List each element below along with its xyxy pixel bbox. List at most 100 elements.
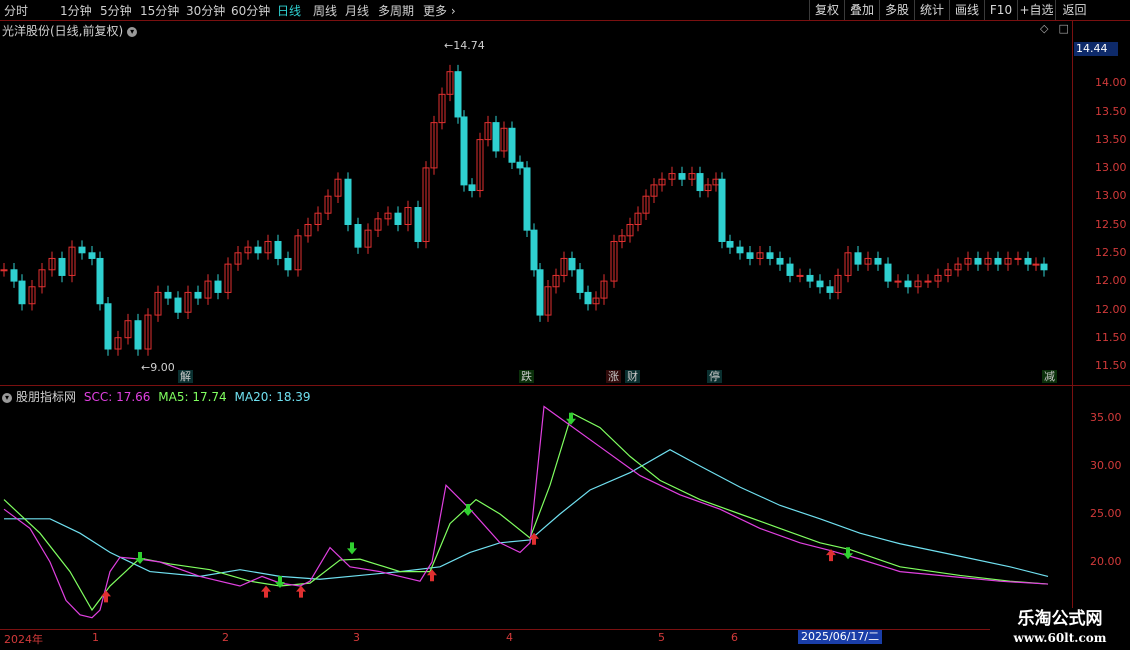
indicator-tick: 20.00 [1090, 555, 1122, 568]
high-price-value: 14.74 [453, 39, 485, 52]
watermark-url: www.60lt.com [1013, 631, 1107, 645]
sell-arrow-icon [463, 504, 473, 516]
candle-body [718, 178, 726, 242]
candle-body [284, 257, 292, 271]
candle-body [88, 252, 96, 259]
price-tick: 13.00 [1095, 161, 1127, 174]
candle-body [1040, 263, 1048, 271]
month-label: 6 [731, 631, 738, 644]
price-tick: 11.50 [1095, 331, 1127, 344]
candle-body [254, 246, 262, 254]
month-label: 2 [222, 631, 229, 644]
candle-body [576, 269, 584, 293]
candle-body [1024, 257, 1032, 265]
sell-arrow-icon [843, 547, 853, 560]
candle-body [854, 252, 862, 265]
indicator-tick: 35.00 [1090, 411, 1122, 424]
candle-body [994, 257, 1002, 265]
price-tick: 13.00 [1095, 189, 1127, 202]
candle-body [10, 269, 18, 282]
candle-body [584, 291, 592, 305]
buy-arrow-icon [261, 585, 271, 598]
month-label: 5 [658, 631, 665, 644]
candle-body [826, 286, 834, 293]
candle-body [454, 71, 462, 118]
candle-body [96, 257, 104, 305]
candle-body [786, 263, 794, 276]
chevron-down-icon[interactable]: ▾ [2, 392, 12, 403]
candle-body [874, 257, 882, 265]
ma20-line [4, 448, 1049, 580]
candle-body [214, 280, 222, 293]
candle-body [696, 173, 704, 192]
candle-body [536, 269, 544, 316]
candle-body [58, 257, 66, 276]
candle-body [354, 224, 362, 248]
year-label: 2024年 [4, 633, 43, 646]
candle-body [884, 263, 892, 282]
candle-body [516, 161, 524, 169]
candle-body [726, 240, 734, 248]
candle-body [530, 229, 538, 271]
watermark: 乐淘公式网 www.60lt.com [990, 608, 1130, 650]
buy-arrow-icon [826, 549, 836, 562]
event-marker-finance[interactable]: 财 [625, 370, 640, 383]
candle-body [104, 303, 112, 350]
candle-body [523, 167, 531, 231]
month-label: 4 [506, 631, 513, 644]
candle-body [0, 269, 8, 272]
price-and-indicator-chart[interactable] [0, 0, 1130, 650]
ma20-value: MA20: 18.39 [234, 390, 311, 404]
candle-body [746, 252, 754, 259]
candle-body [274, 240, 282, 259]
price-tick: 12.50 [1095, 218, 1127, 231]
candle-body [776, 257, 784, 265]
candle-body [924, 280, 932, 283]
event-marker-halt[interactable]: 停 [707, 370, 722, 383]
candle-body [796, 274, 804, 277]
indicator-tick: 25.00 [1090, 507, 1122, 520]
candle-body [678, 173, 686, 180]
candle-body [806, 274, 814, 282]
candle-body [568, 257, 576, 271]
event-marker-fall[interactable]: 跌 [519, 370, 534, 383]
high-price-label: ←14.74 [444, 39, 485, 52]
watermark-title: 乐淘公式网 [1017, 609, 1103, 629]
month-label: 1 [92, 631, 99, 644]
candle-body [134, 320, 142, 350]
indicator-tick: 30.00 [1090, 459, 1122, 472]
price-tick: 12.00 [1095, 274, 1127, 287]
candle-body [344, 178, 352, 225]
price-tick: 12.50 [1095, 246, 1127, 259]
crosshair-date: 2025/06/17/二 [798, 630, 883, 644]
indicator-name[interactable]: 股朋指标网 [16, 390, 76, 404]
candle-body [394, 212, 402, 225]
indicator-header: ▾ 股朋指标网 SCC: 17.66 MA5: 17.74 MA20: 18.39 [2, 388, 311, 405]
scc-line [3, 405, 1049, 619]
price-tick: 14.00 [1095, 76, 1127, 89]
time-axis: 2024年 1 2 3 4 5 6 7 [0, 630, 1072, 646]
scc-value: SCC: 17.66 [83, 390, 151, 404]
buy-arrow-icon [296, 585, 306, 598]
event-marker-reduce[interactable]: 减 [1042, 370, 1057, 383]
candle-body [164, 291, 172, 299]
candle-body [766, 252, 774, 259]
sell-arrow-icon [347, 542, 357, 555]
candle-body [194, 291, 202, 299]
candle-body [1014, 257, 1022, 260]
price-tick: 11.50 [1095, 359, 1127, 372]
candle-body [414, 207, 422, 242]
candle-body [816, 280, 824, 288]
candle-body [492, 122, 500, 152]
event-marker-rise[interactable]: 涨 [606, 370, 621, 383]
candle-body [174, 297, 182, 313]
ma5-value: MA5: 17.74 [158, 390, 227, 404]
price-tick: 13.50 [1095, 105, 1127, 118]
price-tick: 13.50 [1095, 133, 1127, 146]
event-marker-unlock[interactable]: 解 [178, 370, 193, 383]
candle-body [974, 257, 982, 265]
candle-body [468, 184, 476, 192]
price-tick: 12.00 [1095, 303, 1127, 316]
candle-body [904, 280, 912, 288]
candle-body [460, 116, 468, 186]
